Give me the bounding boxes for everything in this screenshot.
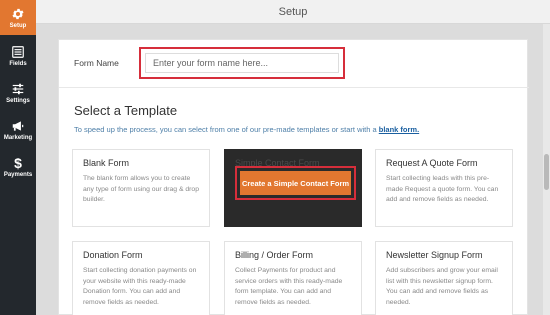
- template-card-desc: Start collecting leads with this pre-mad…: [386, 175, 499, 203]
- sidebar-item-setup[interactable]: Setup: [0, 0, 36, 35]
- sidebar-item-marketing[interactable]: Marketing: [0, 111, 36, 148]
- template-card-desc: The blank form allows you to create any …: [83, 175, 199, 203]
- sidebar: Setup Fields Settings Marketing $ Paymen…: [0, 0, 36, 315]
- sidebar-item-label: Fields: [9, 60, 27, 67]
- create-button-highlight: Create a Simple Contact Form: [235, 166, 356, 200]
- setup-panel: Form Name Select a Template To speed up …: [58, 39, 529, 315]
- form-name-row: Form Name: [59, 40, 529, 88]
- template-card-title: Donation Form: [83, 250, 143, 260]
- gear-icon: [12, 8, 24, 19]
- scrollbar[interactable]: [543, 24, 550, 315]
- template-card-blank[interactable]: Blank Form The blank form allows you to …: [72, 149, 210, 227]
- top-bar: Setup: [36, 0, 550, 24]
- sidebar-item-label: Payments: [3, 171, 33, 178]
- template-card-desc: Start collecting donation payments on yo…: [83, 267, 197, 306]
- dollar-icon: $: [14, 154, 22, 171]
- scrollbar-thumb[interactable]: [544, 154, 549, 190]
- form-name-input[interactable]: [145, 53, 339, 73]
- template-card-donation[interactable]: Donation Form Start collecting donation …: [72, 241, 210, 315]
- description-text: To speed up the process, you can select …: [74, 125, 377, 134]
- select-template-heading: Select a Template: [74, 103, 178, 118]
- template-card-billing-order[interactable]: Billing / Order Form Collect Payments fo…: [224, 241, 362, 315]
- fields-list-icon: [12, 45, 24, 58]
- template-card-newsletter[interactable]: Newsletter Signup Form Add subscribers a…: [375, 241, 513, 315]
- template-card-desc: Collect Payments for product and service…: [235, 267, 343, 306]
- template-card-simple-contact[interactable]: Simple Contact Form Create a Simple Cont…: [224, 149, 362, 227]
- template-card-title: Blank Form: [83, 158, 130, 168]
- create-simple-contact-form-button[interactable]: Create a Simple Contact Form: [240, 171, 351, 195]
- template-card-desc: Add subscribers and grow your email list…: [386, 267, 498, 306]
- sliders-icon: [12, 83, 24, 94]
- page-title: Setup: [278, 5, 308, 18]
- select-template-description: To speed up the process, you can select …: [74, 125, 419, 134]
- template-card-request-quote[interactable]: Request A Quote Form Start collecting le…: [375, 149, 513, 227]
- sidebar-item-payments[interactable]: $ Payments: [0, 148, 36, 185]
- sidebar-item-label: Setup: [9, 22, 27, 29]
- sidebar-item-label: Marketing: [3, 134, 33, 141]
- megaphone-icon: [12, 120, 24, 131]
- sidebar-item-label: Settings: [6, 97, 30, 104]
- form-name-highlight: [139, 47, 345, 79]
- template-card-title: Billing / Order Form: [235, 250, 314, 260]
- form-name-label: Form Name: [74, 58, 119, 68]
- sidebar-item-settings[interactable]: Settings: [0, 74, 36, 111]
- template-card-title: Request A Quote Form: [386, 158, 478, 168]
- blank-form-link[interactable]: blank form.: [379, 125, 419, 134]
- template-card-title: Newsletter Signup Form: [386, 250, 483, 260]
- sidebar-item-fields[interactable]: Fields: [0, 37, 36, 74]
